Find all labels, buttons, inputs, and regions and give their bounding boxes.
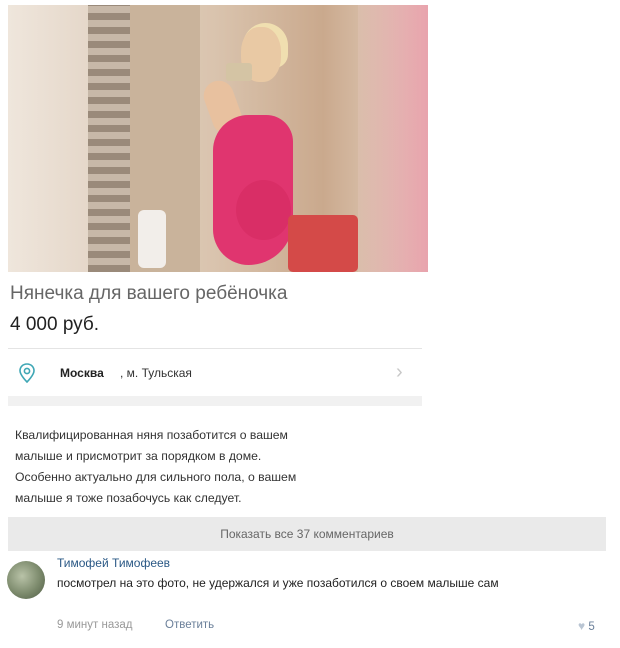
location-city: Москва bbox=[60, 366, 104, 380]
like-count: 5 bbox=[588, 621, 595, 633]
divider bbox=[8, 348, 422, 349]
location-pin-icon bbox=[19, 363, 35, 384]
listing-description: Квалифицированная няня позаботится о ваш… bbox=[15, 428, 297, 505]
photo-handbag bbox=[288, 215, 358, 272]
location-metro: , м. Тульская bbox=[120, 366, 192, 380]
comment-author[interactable]: Тимофей Тимофеев bbox=[57, 556, 170, 570]
comment-timestamp[interactable]: 9 минут назад bbox=[57, 619, 132, 631]
photo-towel bbox=[138, 210, 166, 268]
photo-figure-hip bbox=[236, 180, 291, 240]
avatar[interactable] bbox=[7, 561, 45, 599]
listing-title: Нянечка для вашего ребёночка bbox=[10, 283, 288, 304]
photo-phone bbox=[226, 63, 252, 81]
comment-text: посмотрел на это фото, не удержался и уж… bbox=[57, 576, 499, 590]
listing-card: Нянечка для вашего ребёночка 4 000 руб. … bbox=[0, 0, 620, 530]
reply-button[interactable]: Ответить bbox=[165, 619, 214, 631]
photo-light bbox=[358, 5, 428, 272]
show-all-comments-button[interactable]: Показать все 37 комментариев bbox=[8, 517, 606, 551]
chevron-right-icon: › bbox=[396, 361, 403, 383]
listing-photo[interactable] bbox=[8, 5, 428, 272]
comment-item: Тимофей Тимофеев посмотрел на это фото, … bbox=[0, 551, 620, 648]
section-divider bbox=[8, 396, 422, 406]
location-row[interactable]: Москва , м. Тульская › bbox=[8, 352, 422, 394]
listing-price: 4 000 руб. bbox=[10, 314, 100, 335]
like-button[interactable]: ♥ 5 bbox=[578, 619, 595, 633]
heart-icon: ♥ bbox=[578, 619, 586, 633]
photo-tile-wall bbox=[88, 5, 130, 272]
